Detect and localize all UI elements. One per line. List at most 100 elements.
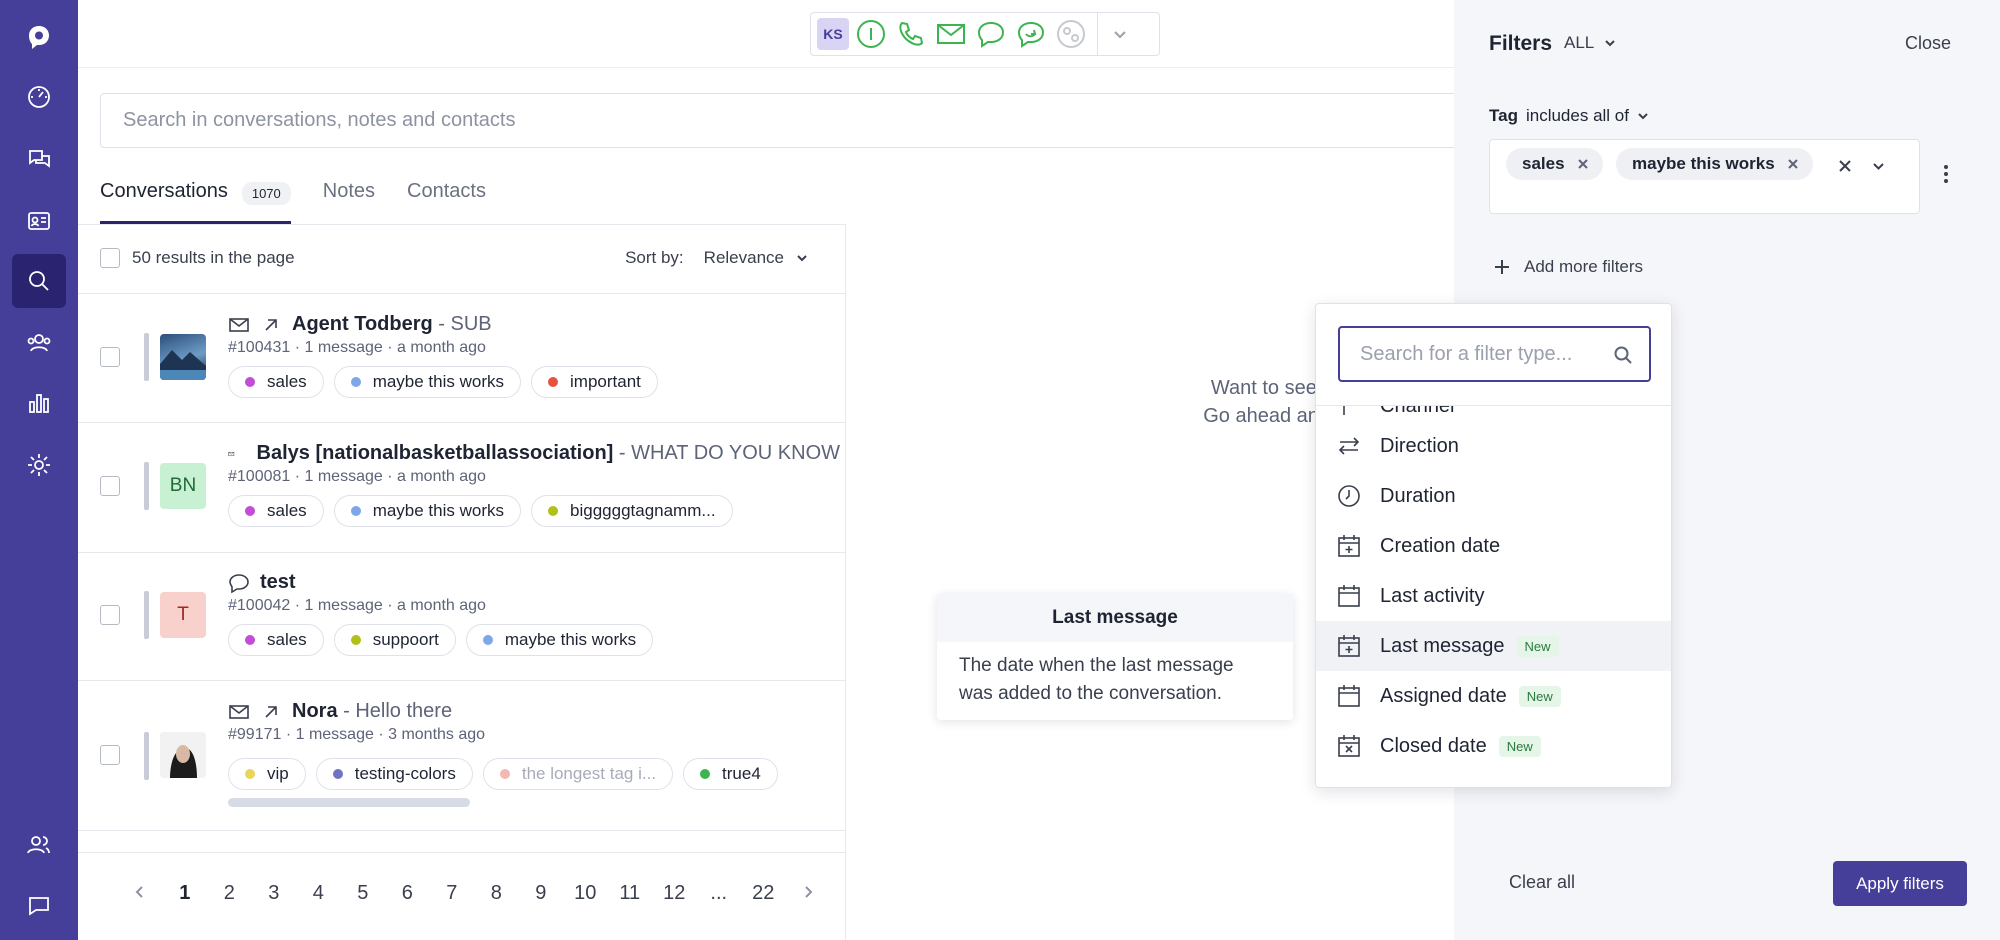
apply-filters-button[interactable]: Apply filters xyxy=(1833,861,1967,906)
row-checkbox[interactable] xyxy=(100,605,120,625)
user-initials-badge[interactable]: KS xyxy=(817,18,849,50)
option-label: Assigned date xyxy=(1380,684,1507,707)
tag[interactable]: true4 xyxy=(683,758,778,790)
option-label: Channel xyxy=(1380,406,1455,418)
clear-all-button[interactable]: Clear all xyxy=(1509,872,1575,893)
conversations-icon[interactable] xyxy=(12,132,66,186)
tag-color-dot xyxy=(245,377,255,387)
tag[interactable]: maybe this works xyxy=(465,624,654,656)
email-icon xyxy=(228,451,235,456)
conversation-row[interactable]: BN Balys [nationalbasketballassociation]… xyxy=(100,442,840,542)
clear-values-icon[interactable] xyxy=(1838,159,1852,178)
select-all-checkbox[interactable] xyxy=(100,248,120,268)
page-number[interactable]: 8 xyxy=(474,882,519,905)
page-number[interactable]: 5 xyxy=(341,882,386,905)
chevron-down-icon[interactable] xyxy=(1872,160,1885,178)
filters-scope-dropdown[interactable]: ALL xyxy=(1564,33,1616,53)
chat-support-icon[interactable] xyxy=(12,878,66,932)
selected-tag-chip: maybe this works xyxy=(1616,148,1813,180)
row-header: Nora - Hello there xyxy=(228,700,452,723)
page-number[interactable]: 7 xyxy=(430,882,475,905)
page-number[interactable]: 2 xyxy=(207,882,252,905)
tag-condition[interactable]: Tag includes all of xyxy=(1489,106,1649,126)
left-navigation-rail xyxy=(0,0,78,940)
selected-tag-chip: sales xyxy=(1506,148,1603,180)
horizontal-scrollbar[interactable] xyxy=(228,798,470,807)
dashboard-icon[interactable] xyxy=(12,70,66,124)
tag[interactable]: suppoort xyxy=(333,624,456,656)
reports-chart-icon[interactable] xyxy=(12,376,66,430)
filter-option-duration[interactable]: Duration xyxy=(1316,471,1671,521)
page-number[interactable]: 9 xyxy=(519,882,564,905)
filter-option-closed-date[interactable]: Closed date New xyxy=(1316,721,1671,771)
contacts-card-icon[interactable] xyxy=(12,194,66,248)
plus-icon xyxy=(1495,260,1509,274)
filter-option-creation-date[interactable]: Creation date xyxy=(1316,521,1671,571)
callback-chat-icon[interactable] xyxy=(1013,16,1049,52)
phone-icon[interactable] xyxy=(893,16,929,52)
tag[interactable]: maybe this works xyxy=(333,366,522,398)
page-number[interactable]: 22 xyxy=(741,882,786,905)
conversation-row[interactable]: T test #100042 · 1 message · a month ago… xyxy=(100,571,840,671)
tag[interactable]: sales xyxy=(228,495,324,527)
tab-contacts[interactable]: Contacts xyxy=(407,172,486,224)
tab-conversations[interactable]: Conversations 1070 xyxy=(100,172,291,224)
team-icon[interactable] xyxy=(12,316,66,370)
sort-value: Relevance xyxy=(703,248,784,267)
page-number[interactable]: 1 xyxy=(163,882,208,905)
close-button[interactable]: Close xyxy=(1905,33,1951,54)
contact-name: test xyxy=(260,571,296,593)
page-number[interactable]: 6 xyxy=(385,882,430,905)
conversation-subject: - SUB xyxy=(432,313,492,335)
tag[interactable]: maybe this works xyxy=(333,495,522,527)
new-badge: New xyxy=(1498,735,1541,757)
logo-icon[interactable] xyxy=(12,10,66,64)
page-number[interactable]: 12 xyxy=(652,882,697,905)
chat-icon[interactable] xyxy=(973,16,1009,52)
tag[interactable]: sales xyxy=(228,366,324,398)
page-number[interactable]: 11 xyxy=(608,882,653,905)
tag[interactable]: testing-colors xyxy=(315,758,473,790)
tag[interactable]: important xyxy=(531,366,658,398)
row-checkbox[interactable] xyxy=(100,347,120,367)
users-icon[interactable] xyxy=(12,818,66,872)
avatar: T xyxy=(160,592,206,638)
conversation-row[interactable]: Nora - Hello there #99171 · 1 message · … xyxy=(100,700,812,810)
chevron-down-icon[interactable] xyxy=(1102,27,1138,41)
tag-values-input[interactable]: sales maybe this works xyxy=(1489,139,1920,214)
prev-page-icon[interactable] xyxy=(118,882,163,905)
tag[interactable]: the longest tag i... xyxy=(482,758,674,790)
search-icon[interactable] xyxy=(12,254,66,308)
conversation-row[interactable]: Agent Todberg - SUB #100431 · 1 message … xyxy=(100,313,840,413)
filter-option-direction[interactable]: Direction xyxy=(1316,421,1671,471)
page-number[interactable]: 3 xyxy=(252,882,297,905)
next-page-icon[interactable] xyxy=(786,882,831,905)
more-options-icon[interactable] xyxy=(1944,165,1950,183)
info-icon[interactable] xyxy=(853,16,889,52)
add-more-filters-button[interactable]: Add more filters xyxy=(1494,257,1643,277)
sort-dropdown[interactable]: Relevance xyxy=(704,248,808,268)
inactive-integration-icon[interactable] xyxy=(1053,16,1089,52)
filter-type-search-input[interactable]: Search for a filter type... xyxy=(1338,326,1651,382)
conversations-count-badge: 1070 xyxy=(241,182,291,205)
settings-gear-icon[interactable] xyxy=(12,438,66,492)
tag[interactable]: bigggggtagnamm... xyxy=(531,495,733,527)
tooltip-body: The date when the last message was added… xyxy=(959,655,1234,704)
tab-notes[interactable]: Notes xyxy=(323,172,375,224)
chip-label: sales xyxy=(1522,154,1565,173)
row-checkbox[interactable] xyxy=(100,745,120,765)
page-number[interactable]: 10 xyxy=(563,882,608,905)
filter-option-assigned-date[interactable]: Assigned date New xyxy=(1316,671,1671,721)
page-number[interactable]: 4 xyxy=(296,882,341,905)
remove-chip-icon[interactable] xyxy=(1787,158,1799,170)
tag[interactable]: sales xyxy=(228,624,324,656)
row-checkbox[interactable] xyxy=(100,476,120,496)
remove-chip-icon[interactable] xyxy=(1577,158,1589,170)
tag-color-dot xyxy=(245,635,255,645)
tag[interactable]: vip xyxy=(228,758,306,790)
global-search-input[interactable]: Search in conversations, notes and conta… xyxy=(100,93,1460,148)
conversation-meta: #99171 · 1 message · 3 months ago xyxy=(228,726,486,743)
email-icon[interactable] xyxy=(933,16,969,52)
filter-option-last-message[interactable]: Last message New xyxy=(1316,621,1671,671)
filter-option-last-activity[interactable]: Last activity xyxy=(1316,571,1671,621)
